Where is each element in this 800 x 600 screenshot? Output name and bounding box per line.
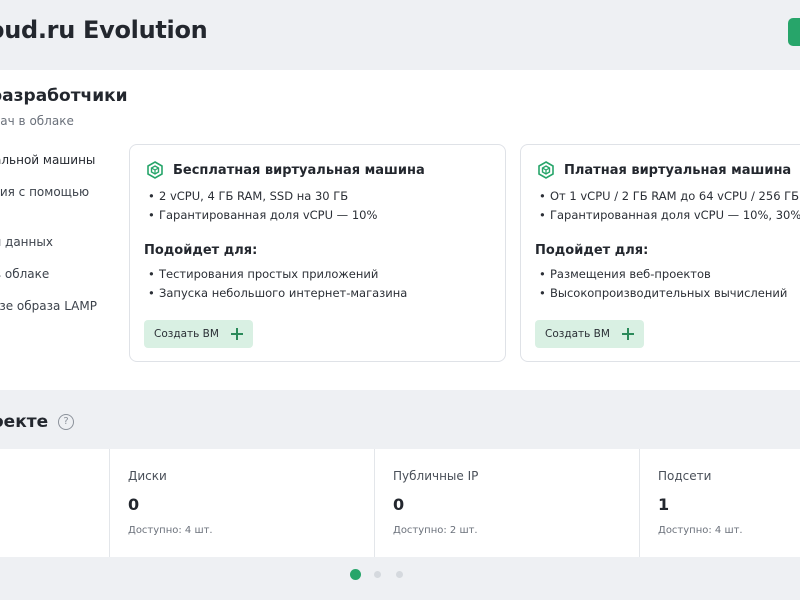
spec-list: 2 vCPU, 4 ГБ RAM, SSD на 30 ГБ Гарантиро… [148,187,377,225]
suitable-heading: Подойдет для: [535,243,649,258]
list-item: Запуска небольшого интернет-магазина [148,284,407,303]
developers-section-title: разработчики [0,86,128,106]
stat-available: Доступно: 4 шт. [128,525,213,536]
stat-label: Диски [128,469,167,483]
list-item: От 1 vCPU / 2 ГБ RAM до 64 vCPU / 256 ГБ [539,187,800,206]
stat-label: Публичные IP [393,469,479,483]
scenario-item-vm[interactable]: альной машины [0,153,95,167]
suitable-heading: Подойдет для: [144,243,258,258]
card-title: Бесплатная виртуальная машина [173,162,425,178]
pagination-dot[interactable] [374,571,381,578]
stat-cell-disks[interactable]: Диски 0 Доступно: 4 шт. [109,449,374,557]
list-item: Гарантированная доля vCPU — 10% [148,206,377,225]
developers-section-subtitle: дач в облаке [0,114,74,128]
stat-available: Доступно: 4 шт. [658,525,743,536]
hexagon-cube-icon [146,161,164,179]
create-vm-button[interactable]: Создать ВМ [535,320,644,348]
page-title: oud.ru Evolution [0,16,208,44]
stat-value: 0 [128,495,140,514]
create-vm-button-label: Создать ВМ [154,328,219,340]
stat-value: 1 [658,495,670,514]
stat-cell-empty [0,449,109,557]
pagination-dot[interactable] [350,569,361,580]
stat-cell-subnets[interactable]: Подсети 1 Доступно: 4 шт. [639,449,800,557]
stat-value: 0 [393,495,405,514]
project-section-title: оекте [0,412,49,432]
stat-cell-public-ip[interactable]: Публичные IP 0 Доступно: 2 шт. [374,449,639,557]
list-item: Высокопроизводительных вычислений [539,284,787,303]
question-circle-icon[interactable]: ? [58,414,74,430]
scenario-item-cloud[interactable]: в облаке [0,267,49,281]
list-item: Размещения веб-проектов [539,265,787,284]
list-item: Тестирования простых приложений [148,265,407,284]
card-header: Бесплатная виртуальная машина [146,161,425,179]
spec-list: От 1 vCPU / 2 ГБ RAM до 64 vCPU / 256 ГБ… [539,187,800,225]
stat-label: Подсети [658,469,712,483]
carousel-pagination [350,569,418,580]
scenario-item-data[interactable]: я данных [0,235,53,249]
list-item: 2 vCPU, 4 ГБ RAM, SSD на 30 ГБ [148,187,377,206]
card-header: Платная виртуальная машина [537,161,791,179]
suitable-list: Тестирования простых приложений Запуска … [148,265,407,303]
paid-vm-card: Платная виртуальная машина От 1 vCPU / 2… [520,144,800,362]
suitable-list: Размещения веб-проектов Высокопроизводит… [539,265,787,303]
scenario-item-lamp[interactable]: азе образа LAMP [0,299,97,313]
header-action-button[interactable] [788,18,800,46]
free-vm-card: Бесплатная виртуальная машина 2 vCPU, 4 … [129,144,506,362]
plus-icon [230,328,243,340]
create-vm-button[interactable]: Создать ВМ [144,320,253,348]
project-stats: Диски 0 Доступно: 4 шт. Публичные IP 0 Д… [0,449,800,557]
scenario-item-automation[interactable]: ния с помощью [0,185,89,199]
hexagon-cube-icon [537,161,555,179]
pagination-dot[interactable] [396,571,403,578]
list-item: Гарантированная доля vCPU — 10%, 30% [539,206,800,225]
stat-available: Доступно: 2 шт. [393,525,478,536]
card-title: Платная виртуальная машина [564,162,792,178]
create-vm-button-label: Создать ВМ [545,328,610,340]
plus-icon [621,328,634,340]
